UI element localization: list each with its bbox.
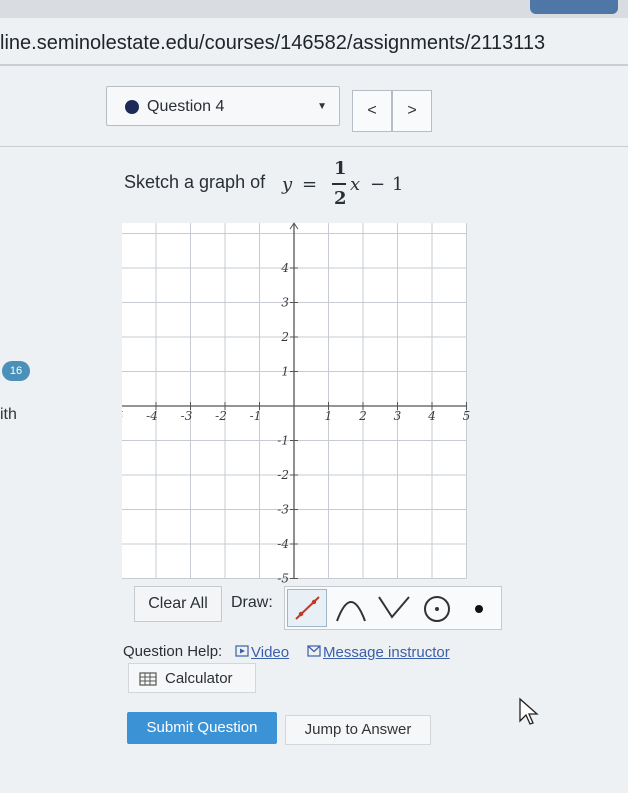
x-tick-label: -5: [122, 409, 123, 423]
equation-numerator: 1: [334, 158, 347, 179]
y-tick-label: 2: [280, 330, 289, 344]
circle-tool-icon: [424, 596, 450, 622]
previous-question-button[interactable]: <: [352, 90, 392, 132]
line-tool-button[interactable]: [287, 589, 327, 627]
x-tick-label: 1: [325, 409, 333, 423]
point-tool-icon: [475, 605, 483, 613]
fraction-bar: [332, 183, 346, 185]
mouse-cursor-icon: [519, 697, 539, 725]
video-icon: [235, 645, 249, 657]
y-tick-label: -4: [277, 537, 289, 551]
y-tick-label: -5: [277, 572, 289, 584]
y-tick-label: -2: [277, 468, 289, 482]
question-status-dot: [125, 100, 139, 114]
sidebar-count-badge[interactable]: 16: [2, 361, 30, 381]
question-selector-label: Question 4: [147, 98, 225, 115]
sidebar-partial-text: ith: [0, 406, 17, 423]
calculator-icon: [139, 672, 157, 686]
equation-denominator: 2: [334, 188, 347, 209]
envelope-icon: [307, 645, 321, 657]
coordinate-grid[interactable]: -5 -4 -3 -2 -1 1 2 3 4 5 4 3 2 1 -1 -2 -3 -4 -5: [112, 208, 492, 586]
x-tick-label: 3: [394, 409, 402, 423]
equation-constant: 1: [392, 174, 404, 195]
calculator-button[interactable]: Calculator: [128, 663, 256, 693]
x-tick-label: -1: [250, 409, 262, 423]
browser-top-strip: [0, 0, 628, 18]
circle-tool-button[interactable]: [417, 589, 457, 627]
header-divider: [0, 146, 628, 147]
jump-to-answer-button[interactable]: Jump to Answer: [285, 715, 431, 745]
line-tool-icon: [295, 596, 320, 620]
graph-canvas[interactable]: -5 -4 -3 -2 -1 1 2 3 4 5 4 3 2 1 -1 -2 -3 -4 -5: [112, 208, 492, 588]
y-tick-label: -1: [277, 434, 289, 448]
question-prompt: Sketch a graph of: [124, 172, 266, 192]
equation-equals: =: [302, 174, 318, 195]
absolute-value-tool-icon: [378, 596, 410, 619]
x-tick-label: -3: [181, 409, 193, 423]
y-tick-label: 3: [281, 296, 289, 310]
draw-label: Draw:: [231, 594, 273, 611]
equation-variable: x: [350, 174, 361, 195]
draw-tools: [284, 586, 502, 630]
x-tick-label: -2: [215, 409, 227, 423]
video-link[interactable]: Video: [251, 644, 289, 661]
next-question-button[interactable]: >: [392, 90, 432, 132]
message-instructor-link[interactable]: Message instructor: [323, 644, 450, 661]
equation-lhs: y: [282, 174, 293, 195]
x-tick-label: 2: [358, 409, 367, 423]
x-tick-label: -4: [146, 409, 158, 423]
address-bar-divider: [0, 64, 628, 66]
question-selector[interactable]: Question 4 ▼: [106, 86, 340, 126]
point-tool-button[interactable]: [459, 589, 499, 627]
clear-all-button[interactable]: Clear All: [134, 586, 222, 622]
address-bar-url[interactable]: line.seminolestate.edu/courses/146582/as…: [0, 32, 545, 55]
y-tick-label: 4: [280, 261, 289, 275]
calculator-label: Calculator: [165, 670, 233, 687]
y-tick-label: -3: [277, 503, 289, 517]
x-tick-label: 5: [463, 409, 471, 423]
chevron-down-icon: ▼: [317, 101, 327, 112]
parabola-tool-button[interactable]: [331, 589, 371, 627]
browser-tab[interactable]: [530, 0, 618, 14]
submit-question-button[interactable]: Submit Question: [127, 712, 277, 744]
x-tick-label: 4: [427, 409, 436, 423]
absolute-value-tool-button[interactable]: [375, 589, 415, 627]
question-help-label: Question Help:: [123, 643, 223, 660]
y-tick-label: 1: [281, 365, 289, 379]
parabola-tool-icon: [336, 601, 366, 622]
equation-minus: −: [370, 174, 386, 195]
